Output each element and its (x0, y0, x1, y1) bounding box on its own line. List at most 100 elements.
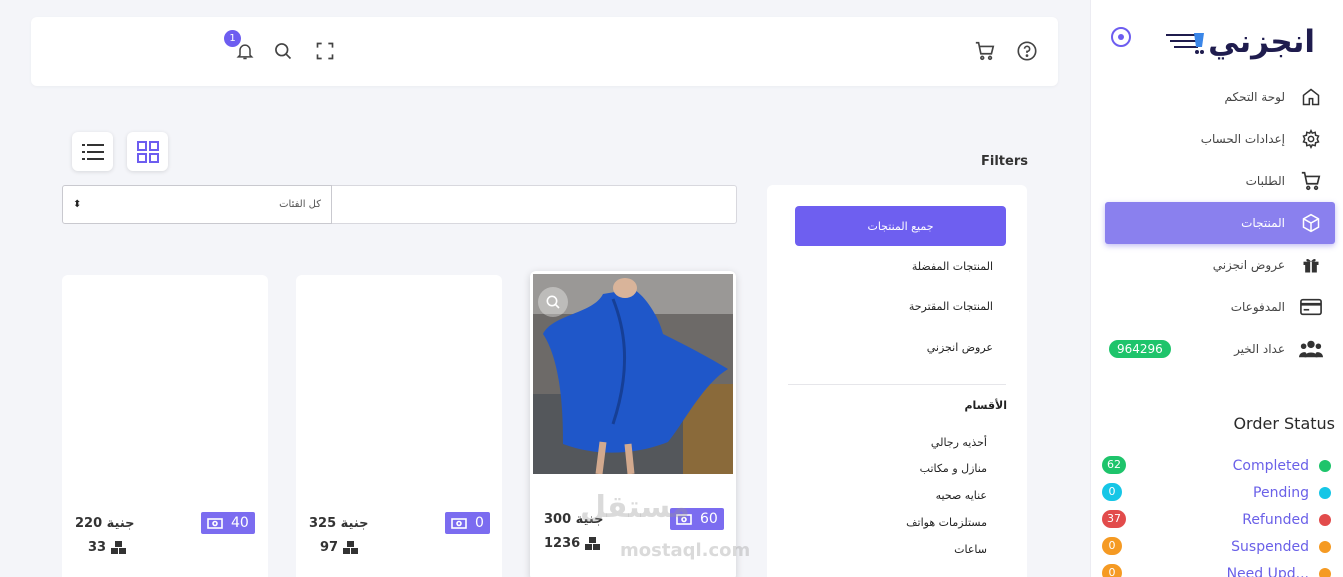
notification-badge: 1 (224, 30, 241, 47)
watermark: مستقل (580, 490, 690, 525)
sidebar: انجزني لوحة التحكم إعدادات الحساب الطلبا… (1090, 0, 1343, 577)
order-status-count: 62 (1102, 456, 1126, 474)
grid-view-button[interactable] (127, 132, 168, 171)
cubes-icon (585, 536, 601, 550)
search-icon[interactable] (272, 40, 294, 62)
sidebar-item-label: الطلبات (1245, 174, 1285, 188)
product-card[interactable]: 40 220 جنية 33 (62, 275, 268, 577)
money-icon (207, 517, 223, 529)
money-icon (451, 517, 467, 529)
order-status-label: Refunded (1242, 511, 1309, 528)
points-badge: 40 (201, 512, 255, 534)
product-card[interactable]: 0 325 جنية 97 (296, 275, 502, 577)
sidebar-toggle-icon[interactable] (1111, 27, 1131, 47)
product-stock: 1236 (544, 536, 602, 551)
gear-icon (1299, 127, 1323, 151)
brand-logo[interactable]: انجزني (1160, 20, 1316, 64)
status-dot (1319, 540, 1331, 553)
status-dot (1319, 567, 1331, 577)
order-status-label: Need Upd... (1226, 565, 1309, 577)
help-icon[interactable] (1016, 40, 1038, 62)
order-status-label: Suspended (1231, 538, 1309, 555)
order-status-need-update[interactable]: Need Upd... 0 (1101, 560, 1331, 577)
home-icon (1299, 85, 1323, 109)
category-link[interactable]: مستلزمات هواتف (906, 516, 987, 529)
fullscreen-icon[interactable] (314, 40, 336, 62)
sidebar-item-label: المنتجات (1241, 216, 1285, 230)
points-value: 40 (231, 515, 249, 531)
category-select[interactable]: ⬍ كل الفئات (62, 185, 332, 224)
product-stock: 97 (320, 540, 360, 555)
filter-panel: جميع المنتجات المنتجات المفضلة المنتجات … (767, 185, 1027, 577)
order-status-completed[interactable]: Completed 62 (1101, 452, 1331, 479)
category-link[interactable]: منازل و مكاتب (920, 462, 987, 475)
sidebar-item-label: لوحة التحكم (1224, 90, 1286, 104)
filters-title: Filters (981, 154, 1028, 169)
offers-link[interactable]: عروض انجزني (927, 341, 993, 354)
categories-title: الأقسام (964, 399, 1007, 412)
points-badge: 0 (445, 512, 490, 534)
order-status-refunded[interactable]: Refunded 37 (1101, 506, 1331, 533)
order-status-suspended[interactable]: Suspended 0 (1101, 533, 1331, 560)
order-status-count: 0 (1102, 483, 1122, 501)
charity-counter-badge: 964296 (1109, 340, 1171, 358)
favorite-products-link[interactable]: المنتجات المفضلة (912, 260, 993, 273)
sidebar-nav: لوحة التحكم إعدادات الحساب الطلبات المنت… (1105, 76, 1335, 370)
sidebar-item-dashboard[interactable]: لوحة التحكم (1105, 76, 1335, 118)
card-icon (1299, 295, 1323, 319)
product-price: 220 جنية (75, 516, 135, 531)
gift-icon (1299, 253, 1323, 277)
category-select-value: كل الفئات (279, 199, 321, 210)
select-caret-icon: ⬍ (73, 199, 82, 210)
points-value: 0 (475, 515, 484, 531)
status-dot (1319, 486, 1331, 499)
stock-value: 1236 (544, 536, 581, 551)
cart-icon[interactable] (974, 40, 996, 62)
points-value: 60 (700, 511, 718, 527)
zoom-icon[interactable] (538, 287, 568, 317)
status-dot (1319, 459, 1331, 472)
category-link[interactable]: ساعات (954, 543, 987, 556)
product-price: 325 جنية (309, 516, 369, 531)
sidebar-item-label: عداد الخير (1234, 342, 1285, 356)
order-status-title: Order Status (1233, 414, 1335, 433)
top-bar: 1 (31, 17, 1058, 86)
sidebar-item-label: إعدادات الحساب (1200, 132, 1285, 146)
sidebar-item-orders[interactable]: الطلبات (1105, 160, 1335, 202)
suggested-products-link[interactable]: المنتجات المقترحة (909, 300, 993, 313)
order-status-pending[interactable]: Pending 0 (1101, 479, 1331, 506)
order-status-count: 37 (1102, 510, 1126, 528)
users-icon (1299, 337, 1323, 361)
divider (788, 384, 1006, 385)
sidebar-item-offers[interactable]: عروض انجزني (1105, 244, 1335, 286)
sidebar-item-label: عروض انجزني (1212, 258, 1285, 272)
category-link[interactable]: عنايه صحيه (936, 489, 987, 502)
product-stock: 33 (88, 540, 128, 555)
order-status-label: Completed (1232, 457, 1309, 474)
stock-value: 33 (88, 540, 107, 555)
cart-icon (1299, 169, 1323, 193)
order-status-count: 0 (1102, 537, 1122, 555)
grid-icon (136, 140, 159, 163)
stock-value: 97 (320, 540, 339, 555)
list-icon (81, 143, 104, 160)
list-view-button[interactable] (72, 132, 113, 171)
watermark-url: mostaql.com (620, 540, 751, 561)
sidebar-item-label: المدفوعات (1230, 300, 1285, 314)
sidebar-item-charity-counter[interactable]: عداد الخير 964296 (1105, 328, 1335, 370)
category-link[interactable]: أحذيه رجالي (931, 436, 987, 449)
search-input[interactable] (331, 185, 737, 224)
sidebar-item-account-settings[interactable]: إعدادات الحساب (1105, 118, 1335, 160)
order-status-list: Completed 62 Pending 0 Refunded 37 Suspe… (1101, 452, 1331, 577)
status-dot (1319, 513, 1331, 526)
box-icon (1299, 211, 1323, 235)
brand-name: انجزني (1208, 24, 1316, 60)
all-products-button[interactable]: جميع المنتجات (795, 206, 1006, 246)
cubes-icon (343, 540, 359, 554)
product-image[interactable] (533, 274, 733, 474)
sidebar-item-products[interactable]: المنتجات (1105, 202, 1335, 244)
sidebar-item-payments[interactable]: المدفوعات (1105, 286, 1335, 328)
order-status-label: Pending (1253, 484, 1309, 501)
cubes-icon (111, 540, 127, 554)
product-card[interactable]: 60 300 جنية 1236 (530, 271, 736, 577)
